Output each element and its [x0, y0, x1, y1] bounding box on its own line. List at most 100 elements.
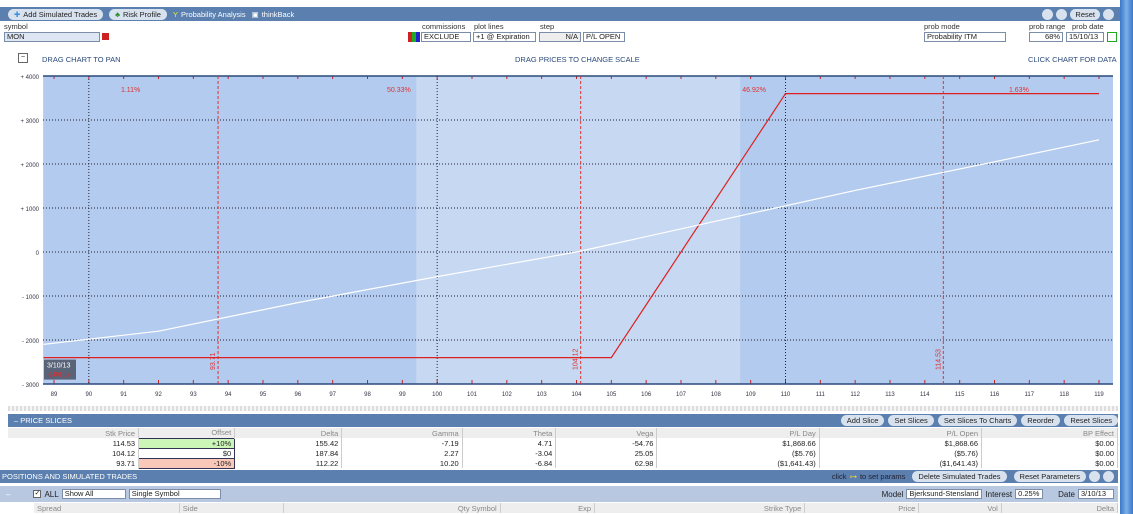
cell: 62.98 — [555, 458, 658, 468]
offset-input[interactable]: $0 — [138, 447, 236, 459]
column-header[interactable]: Delta — [234, 428, 343, 438]
column-header[interactable]: Gamma — [341, 428, 463, 438]
plot-lines-label: plot lines — [474, 22, 504, 31]
column-header[interactable]: Strike Type — [594, 503, 806, 513]
offset-input[interactable]: +10% — [138, 437, 236, 449]
color-grid-icon[interactable] — [408, 32, 420, 42]
x-tick-label: 89 — [51, 392, 58, 398]
column-header[interactable]: Qty Symbol — [283, 503, 501, 513]
x-tick-label: 106 — [641, 392, 652, 398]
plot-lines-select[interactable]: +1 @ Expiration — [473, 32, 536, 42]
prob-mode-label: prob mode — [924, 22, 960, 31]
cell: -6.84 — [462, 458, 557, 468]
reset-parameters-button[interactable]: Reset Parameters — [1013, 471, 1086, 482]
y-tick-label: + 2000 — [20, 163, 39, 169]
x-tick-label: 96 — [294, 392, 301, 398]
column-header[interactable]: Theta — [462, 428, 557, 438]
symbol-input[interactable]: MON — [4, 32, 100, 42]
column-header[interactable]: Price — [804, 503, 920, 513]
y-tick-label: + 3000 — [20, 119, 39, 125]
column-header[interactable]: Vol — [918, 503, 1002, 513]
column-header[interactable]: P/L Day — [656, 428, 820, 438]
model-select[interactable]: Bjerksund-Stensland — [906, 489, 983, 499]
tab-risk-profile[interactable]: ♣ Risk Profile — [109, 8, 167, 20]
probability-shaded-region — [740, 76, 1113, 384]
x-tick-label: 100 — [432, 392, 443, 398]
offset-input[interactable]: -10% — [138, 457, 236, 469]
x-tick-label: 115 — [955, 392, 965, 398]
price-slice-label: 93.71 — [210, 352, 217, 370]
x-tick-label: 113 — [885, 392, 895, 398]
alert-icon[interactable] — [1042, 8, 1054, 20]
cell: ($5.76) — [656, 448, 820, 458]
tab-add-simulated-trades[interactable]: ✚ Add Simulated Trades — [8, 8, 104, 20]
calendar-icon[interactable] — [1107, 32, 1117, 42]
column-header[interactable]: Spread — [34, 503, 180, 513]
column-header[interactable]: Delta — [1001, 503, 1119, 513]
cell[interactable]: 114.53 — [8, 438, 140, 448]
symbol-color-icon[interactable] — [102, 33, 109, 40]
settings-icon[interactable] — [1103, 8, 1114, 20]
commissions-select[interactable]: EXCLUDE — [421, 32, 471, 42]
scrollbar[interactable] — [1120, 0, 1133, 514]
y-tick-label: - 1000 — [22, 295, 40, 301]
cell: $1,868.66 — [656, 438, 820, 448]
x-tick-label: 111 — [816, 392, 826, 398]
collapse-icon[interactable]: – — [6, 490, 10, 499]
column-header[interactable]: BP Effect — [981, 428, 1118, 438]
column-header[interactable]: Offset — [138, 428, 236, 438]
price-slice-label: 104.12 — [573, 348, 580, 370]
cursor-readout: 3/10/13 -2401.14 — [44, 359, 76, 380]
step-input[interactable]: N/A — [539, 32, 581, 42]
prob-mode-select[interactable]: Probability ITM — [924, 32, 1006, 42]
date-input[interactable]: 3/10/13 — [1078, 489, 1114, 499]
binoculars-icon[interactable] — [1089, 471, 1100, 482]
x-tick-label: 97 — [329, 392, 336, 398]
tab-probability-analysis[interactable]: Y Probability Analysis — [173, 10, 246, 19]
column-header[interactable]: Exp — [500, 503, 596, 513]
probability-label: 50.33% — [387, 87, 411, 94]
positions-header: POSITIONS AND SIMULATED TRADES click ⊶ to … — [0, 470, 1118, 483]
prob-date-input[interactable]: 15/10/13 — [1066, 32, 1104, 42]
slice-button-set-slices-to-charts[interactable]: Set Slices To Charts — [937, 415, 1018, 426]
slice-row: 93.71 -10% 112.22 10.20 -6.84 62.98 ($1,641.43… — [8, 457, 1118, 469]
positions-filter-bar: – ✓ ALL Show All Single Symbol Model Bje… — [0, 486, 1118, 502]
splitter-handle[interactable] — [8, 406, 1118, 411]
slice-button-set-slices[interactable]: Set Slices — [888, 415, 934, 426]
chart-toggle-icon[interactable]: ~ — [18, 53, 28, 63]
pl-mode-select[interactable]: P/L OPEN — [583, 32, 625, 42]
slice-button-reorder[interactable]: Reorder — [1021, 415, 1061, 426]
x-tick-label: 90 — [85, 392, 92, 398]
cell: $1,868.66 — [819, 438, 983, 448]
x-tick-label: 119 — [1094, 392, 1104, 398]
cell: 4.71 — [462, 438, 557, 448]
risk-profile-chart[interactable]: + 4000 + 3000 + 2000 + 1000 0 - 1000 - 2000 - 3… — [0, 68, 1120, 408]
symbol-mode-select[interactable]: Single Symbol — [128, 489, 221, 499]
delete-simulated-trades-button[interactable]: Delete Simulated Trades — [912, 471, 1007, 482]
cell[interactable]: 93.71 — [8, 458, 140, 468]
show-filter-select[interactable]: Show All — [61, 489, 126, 499]
all-checkbox[interactable]: ✓ — [33, 490, 42, 498]
x-tick-label: 93 — [190, 392, 197, 398]
slice-button-reset-slices[interactable]: Reset Slices — [1064, 415, 1118, 426]
interest-input[interactable]: 0.25% — [1015, 489, 1044, 499]
reset-button[interactable]: Reset — [1070, 8, 1100, 20]
x-tick-label: 117 — [1025, 392, 1035, 398]
x-tick-label: 104 — [571, 392, 582, 398]
cell[interactable]: 104.12 — [8, 448, 140, 458]
slice-button-add-slice[interactable]: Add Slice — [840, 415, 885, 426]
column-header[interactable]: Vega — [555, 428, 658, 438]
expand-icon[interactable] — [1103, 471, 1114, 482]
x-tick-label: 112 — [850, 392, 860, 398]
column-header[interactable]: Stk Price — [8, 428, 140, 438]
column-header[interactable]: P/L Open — [819, 428, 983, 438]
prob-range-input[interactable]: 68% — [1029, 32, 1063, 42]
cell: $0.00 — [981, 438, 1118, 448]
drag-scale-hint: DRAG PRICES TO CHANGE SCALE — [515, 55, 640, 64]
x-tick-label: 102 — [502, 392, 513, 398]
x-tick-label: 109 — [746, 392, 757, 398]
tab-thinkback[interactable]: ▣ thinkBack — [252, 10, 295, 19]
column-header[interactable]: Side — [179, 503, 285, 513]
print-icon[interactable] — [1056, 8, 1068, 20]
x-tick-label: 95 — [260, 392, 267, 398]
